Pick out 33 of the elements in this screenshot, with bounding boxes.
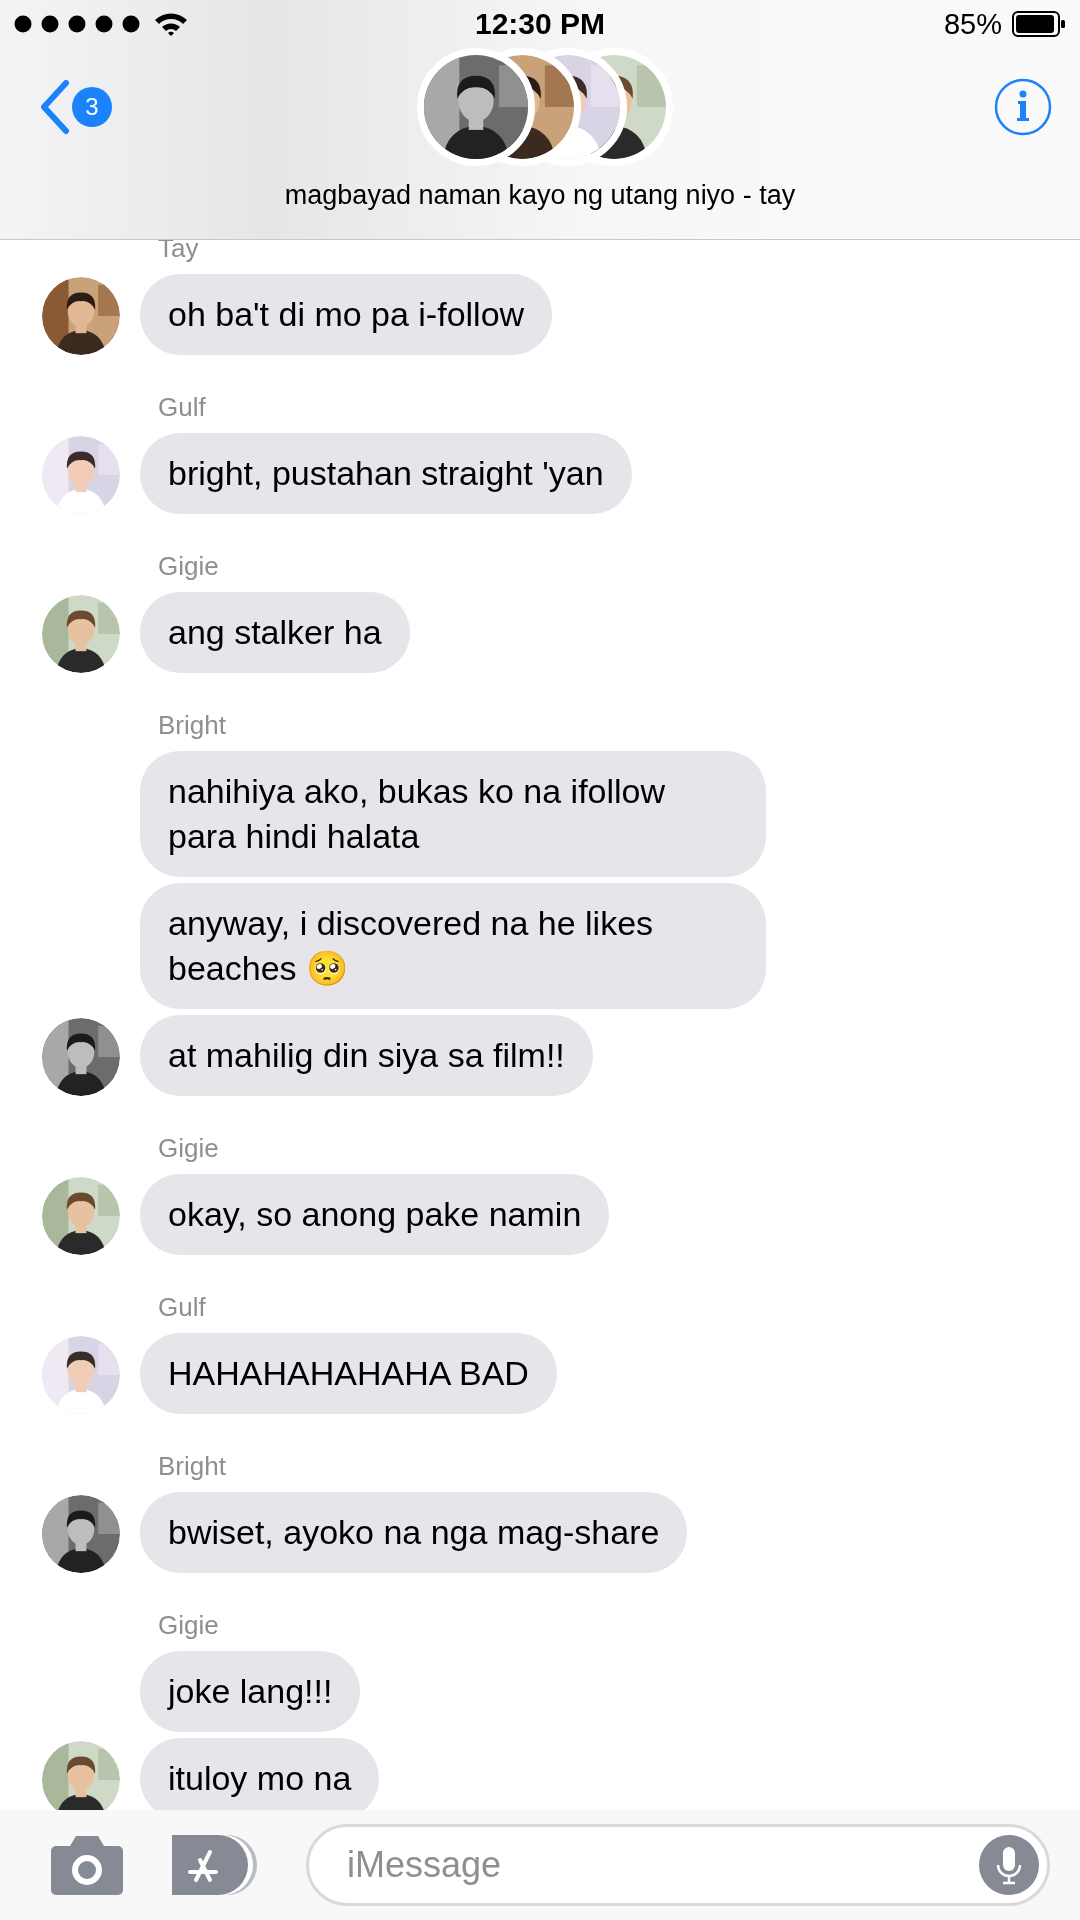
wifi-icon [154,11,188,37]
message-text: okay, so anong pake namin [168,1194,582,1235]
battery-percentage: 85% [943,7,1002,41]
status-time: 12:30 PM [474,7,606,41]
message-text: anyway, i discovered na he likes beaches 🥺 [168,903,655,989]
sender-name: Bright [158,1450,226,1482]
sender-name: Tay [158,240,199,264]
message-text: oh ba't di mo pa i-follow [168,294,525,335]
message-text: nahihiya ako, bukas ko na ifollow para hindi halata [168,771,667,857]
info-icon[interactable] [994,78,1052,136]
sender-name: Gigie [158,550,219,582]
app-store-icon[interactable] [172,1834,258,1896]
message-text: bright, pustahan straight 'yan [168,453,604,494]
camera-icon[interactable] [50,1834,124,1896]
back-button[interactable]: 3 [38,79,417,135]
unread-count-badge: 3 [72,87,112,127]
message-text: ituloy mo na [168,1758,352,1799]
message-text: ang stalker ha [168,612,382,653]
signal-icon [14,14,142,34]
conversation-title: magbayad naman kayo ng utang niyo - tay [283,180,797,211]
sender-name: Gigie [158,1132,219,1164]
battery-icon [1012,11,1066,37]
message-text: at mahilig din siya sa film!! [168,1035,565,1076]
sender-name: Gulf [158,391,206,423]
message-text: joke lang!!! [168,1671,333,1712]
sender-name: Gulf [158,1291,206,1323]
message-text: bwiset, ayoko na nga mag-share [168,1512,660,1553]
message-field[interactable]: iMessage [306,1824,1050,1906]
microphone-icon[interactable] [979,1835,1039,1895]
message-text: HAHAHAHAHAHA BAD [168,1353,529,1394]
sender-name: Bright [158,709,226,741]
back-chevron-icon [38,79,70,135]
sender-name: Gigie [158,1609,219,1641]
